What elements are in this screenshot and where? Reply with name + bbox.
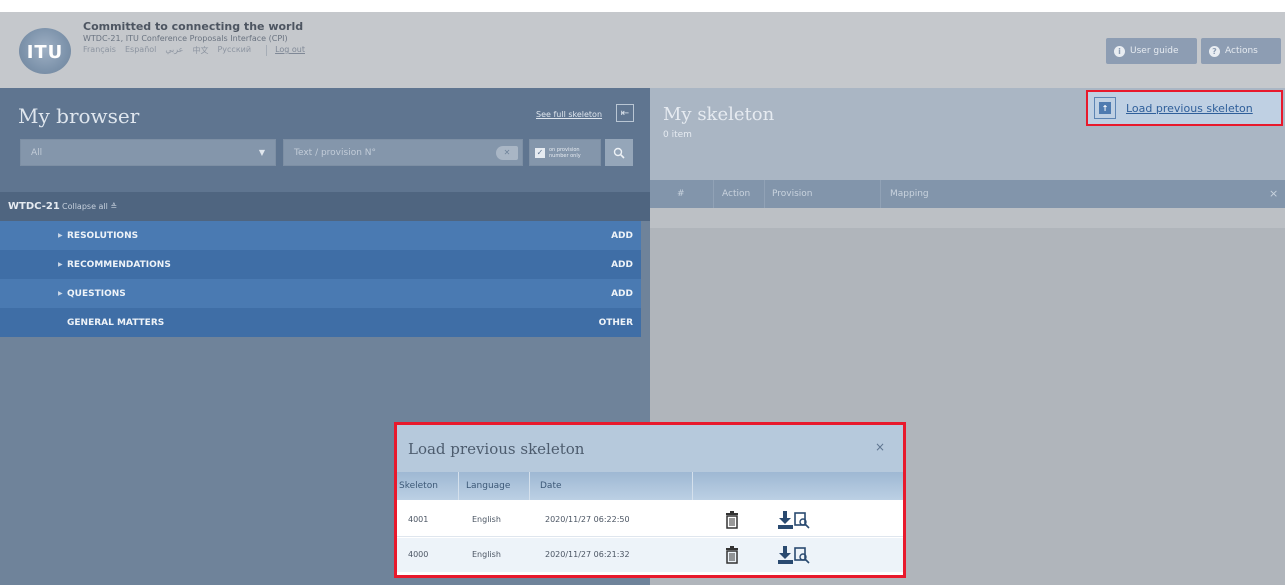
skeleton-date: 2020/11/27 06:22:50: [545, 515, 630, 524]
skeleton-date: 2020/11/27 06:21:32: [545, 550, 630, 559]
chevron-down-icon: ▼: [258, 148, 265, 157]
expand-panel-icon[interactable]: ⇤: [616, 104, 634, 122]
lang-link-spanish[interactable]: Español: [125, 45, 156, 56]
skeleton-id: 4000: [408, 550, 429, 559]
col-date: Date: [540, 481, 562, 491]
search-placeholder: Text / provision N°: [294, 148, 376, 158]
trash-icon[interactable]: [725, 546, 739, 564]
skeleton-header: My skeleton 0 item ↑ Load previous skele…: [650, 88, 1285, 180]
browser-row-recommendations[interactable]: ▶ RECOMMENDATIONS ADD: [0, 250, 641, 279]
skeleton-language: English: [472, 515, 501, 524]
actions-button[interactable]: ? Actions: [1201, 38, 1281, 64]
group-header: WTDC-21 Collapse all ≙: [0, 192, 650, 221]
load-previous-skeleton-label: Load previous skeleton: [1126, 101, 1253, 115]
skeleton-table-header: # Action Provision Mapping ×: [650, 180, 1285, 208]
table-row[interactable]: 4001 English 2020/11/27 06:22:50: [397, 503, 903, 537]
expand-arrow-icon[interactable]: ▶: [58, 261, 63, 268]
user-guide-button[interactable]: i User guide: [1106, 38, 1197, 64]
lang-link-russian[interactable]: Русский: [217, 45, 251, 56]
row-label: GENERAL MATTERS: [67, 317, 165, 328]
col-mapping: Mapping: [890, 189, 929, 199]
row-add-action[interactable]: ADD: [611, 260, 633, 270]
col-language: Language: [466, 481, 511, 491]
expand-arrow-icon[interactable]: ▶: [58, 290, 63, 297]
browser-row-general-matters[interactable]: GENERAL MATTERS OTHER: [0, 308, 641, 337]
brand-title: Committed to connecting the world: [83, 20, 304, 33]
checkbox-checked-icon[interactable]: ✓: [535, 147, 545, 158]
row-label: RECOMMENDATIONS: [67, 259, 171, 270]
lang-link-chinese[interactable]: 中文: [192, 45, 208, 56]
browser-row-questions[interactable]: ▶ QUESTIONS ADD: [0, 279, 641, 308]
download-icon[interactable]: [777, 545, 811, 565]
row-add-action[interactable]: ADD: [611, 231, 633, 241]
user-guide-label: User guide: [1130, 46, 1179, 56]
language-links: Français Español عربي 中文 Русский Log out: [83, 45, 305, 56]
provision-search-input[interactable]: Text / provision N° ✕: [283, 139, 523, 166]
top-header: ITU Committed to connecting the world WT…: [0, 12, 1285, 88]
trash-icon[interactable]: [725, 511, 739, 529]
row-label: QUESTIONS: [67, 288, 126, 299]
search-button[interactable]: [605, 139, 633, 166]
close-icon[interactable]: ×: [875, 440, 885, 454]
upload-icon: ↑: [1094, 97, 1116, 119]
itu-logo: ITU: [19, 28, 71, 74]
col-action: Action: [722, 189, 751, 199]
group-name: WTDC-21: [8, 201, 60, 212]
download-icon[interactable]: [777, 510, 811, 530]
checkbox-label: on provision number only: [549, 146, 581, 159]
actions-label: Actions: [1225, 46, 1258, 56]
lang-link-french[interactable]: Français: [83, 45, 116, 56]
logo-text: ITU: [26, 42, 64, 63]
browser-row-resolutions[interactable]: ▶ RESOLUTIONS ADD: [0, 221, 641, 250]
col-provision: Provision: [772, 189, 813, 199]
col-number: #: [677, 189, 685, 199]
skeleton-id: 4001: [408, 515, 429, 524]
collapse-all-link[interactable]: Collapse all ≙: [62, 202, 117, 211]
lang-link-arabic[interactable]: عربي: [165, 45, 183, 56]
logout-link[interactable]: Log out: [266, 45, 305, 56]
provision-number-only-toggle[interactable]: ✓ on provision number only: [529, 139, 601, 166]
category-select-value: All: [31, 148, 43, 158]
browser-title: My browser: [18, 104, 140, 128]
search-icon: [613, 147, 625, 159]
load-previous-skeleton-link[interactable]: ↑ Load previous skeleton: [1086, 90, 1283, 126]
brand-subtitle: WTDC-21, ITU Conference Proposals Interf…: [83, 34, 288, 43]
see-full-skeleton-link[interactable]: See full skeleton: [536, 110, 602, 119]
table-row[interactable]: 4000 English 2020/11/27 06:21:32: [397, 538, 903, 572]
clear-input-icon[interactable]: ✕: [496, 146, 518, 160]
expand-arrow-icon[interactable]: ▶: [58, 232, 63, 239]
col-skeleton: Skeleton: [399, 481, 438, 491]
dialog-header: Load previous skeleton ×: [397, 425, 903, 472]
category-select[interactable]: All ▼: [20, 139, 276, 166]
skeleton-item-count: 0 item: [663, 130, 692, 140]
dialog-title: Load previous skeleton: [408, 440, 585, 458]
dialog-table-header: Skeleton Language Date: [397, 472, 903, 500]
skeleton-empty-row: [650, 208, 1285, 228]
skeleton-language: English: [472, 550, 501, 559]
row-other-action[interactable]: OTHER: [599, 318, 633, 328]
row-label: RESOLUTIONS: [67, 230, 139, 241]
info-icon: i: [1114, 45, 1125, 57]
clear-skeleton-icon[interactable]: ×: [1269, 187, 1278, 200]
load-previous-skeleton-dialog: Load previous skeleton × Skeleton Langua…: [394, 422, 906, 578]
skeleton-title: My skeleton: [663, 104, 775, 125]
help-icon: ?: [1209, 45, 1220, 57]
browser-header: My browser See full skeleton ⇤ All ▼ Tex…: [0, 88, 650, 192]
row-add-action[interactable]: ADD: [611, 289, 633, 299]
